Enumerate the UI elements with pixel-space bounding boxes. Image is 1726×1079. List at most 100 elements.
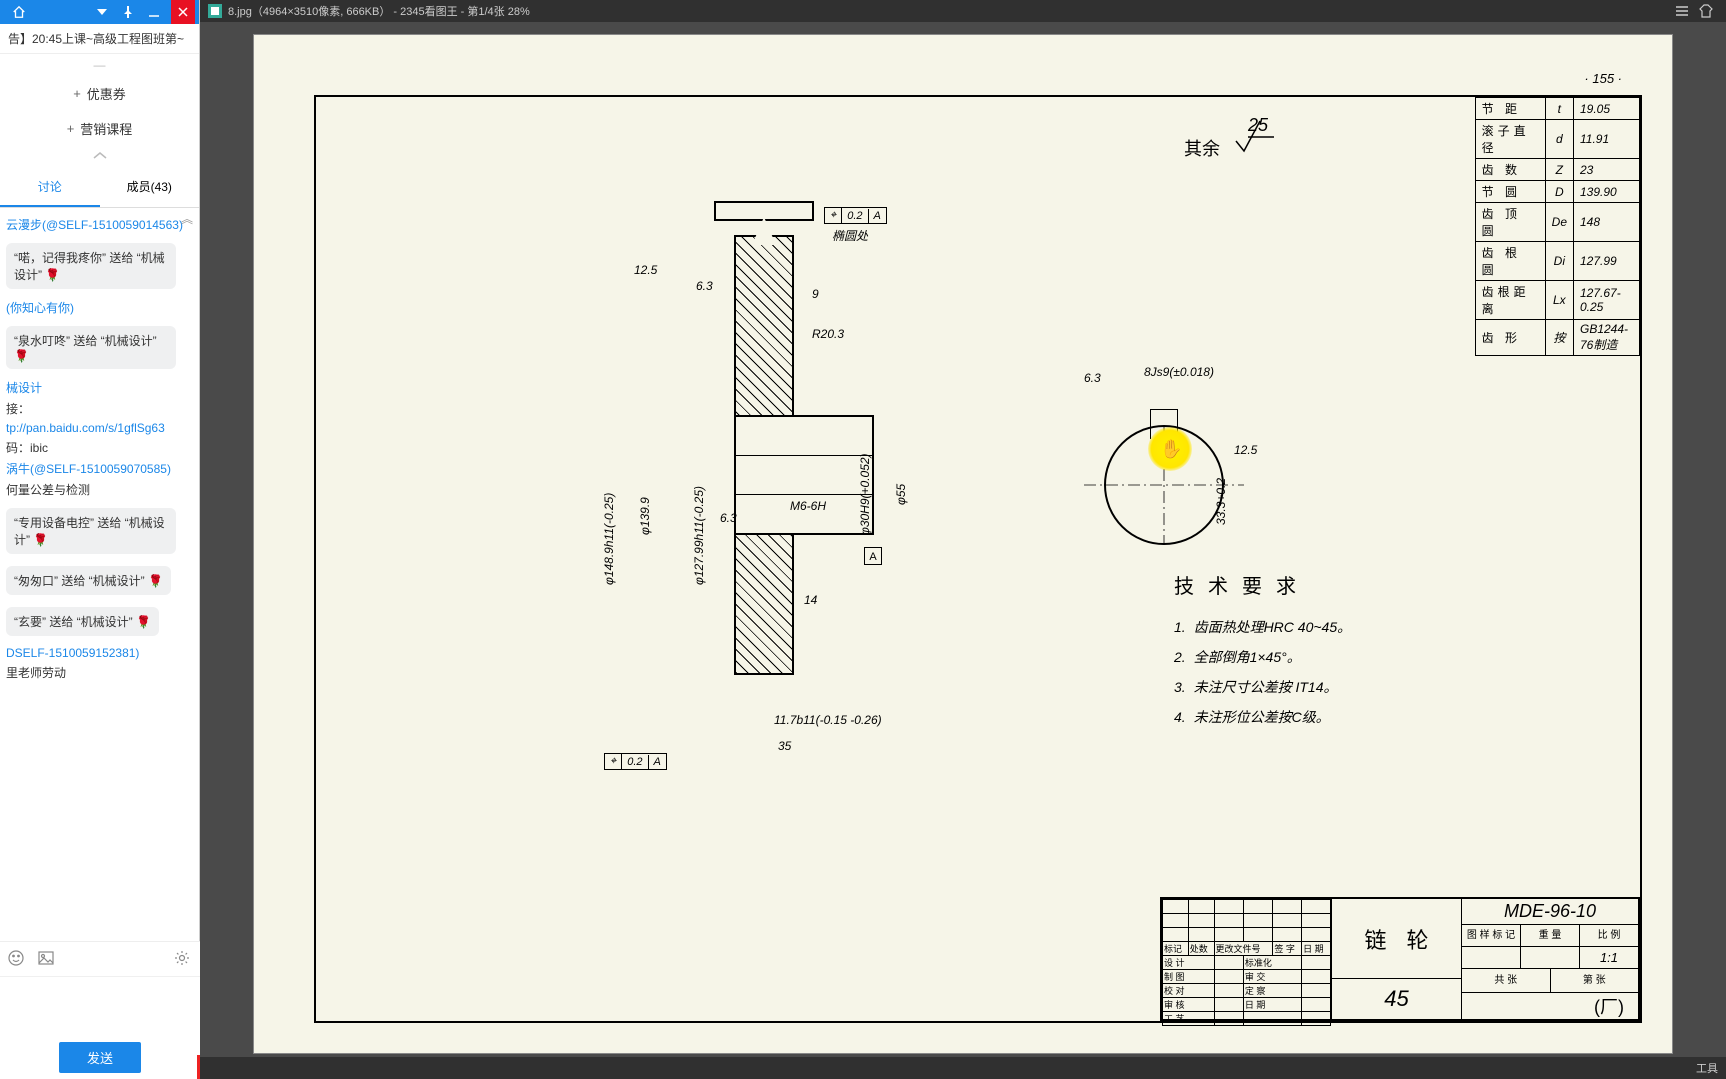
title-block: 标记处数更改文件号签 字日 期设 计标准化制 图审 交校 对定 察审 核日 期工… xyxy=(1160,897,1640,1021)
parameter-table: 节 距t19.05滚子直径d11.91齿 数Z23节 圆D139.90齿 顶 圆… xyxy=(1475,97,1640,356)
gdt-top-note: 椭圆处 xyxy=(832,227,868,244)
scale-hdr-1: 图 样 标 记 xyxy=(1462,925,1521,946)
menu-coupons-label: 优惠券 xyxy=(87,84,126,103)
ra-12-5: 12.5 xyxy=(634,263,657,277)
chat-footer: 发送 xyxy=(0,941,200,1079)
menu-marketing[interactable]: +营销课程 xyxy=(0,111,199,146)
image-viewer: 8.jpg（4964×3510像素, 666KB） - 2345看图王 - 第1… xyxy=(200,0,1726,1079)
surface-finish-25: 25 xyxy=(1234,119,1274,158)
tech-req-title: 技术要求 xyxy=(1174,570,1351,599)
user-link-1[interactable]: 云漫步(@SELF-1510059014563) xyxy=(6,216,193,233)
statusbar-text: 工具 xyxy=(1696,1060,1718,1076)
tab-discuss[interactable]: 讨论 xyxy=(0,168,100,207)
part-name: 链轮 xyxy=(1332,899,1461,979)
key-width: 8Js9(±0.018) xyxy=(1144,365,1214,379)
viewer-canvas[interactable]: · 155 · 节 距t19.05滚子直径d11.91齿 数Z23节 圆D139… xyxy=(200,22,1726,1057)
gdt-top-val: 0.2 xyxy=(842,209,868,223)
user-link-3[interactable]: 涡牛(@SELF-1510059070585) xyxy=(6,460,193,477)
param-row: 齿根距离Lx127.67-0.25 xyxy=(1475,281,1639,320)
datum-a: A xyxy=(864,547,882,565)
tech-req-item: 4. 未注形位公差按C级。 xyxy=(1174,707,1351,727)
minimize-icon[interactable] xyxy=(145,3,163,21)
param-row: 齿 数Z23 xyxy=(1475,159,1639,181)
chat-bubble-3: “专用设备电控” 送给 “机械设计” 🌹 xyxy=(6,508,176,554)
gdt-bot-ref: A xyxy=(649,755,666,769)
chat-pan-label: 接： xyxy=(6,400,193,417)
chat-input[interactable] xyxy=(0,976,200,1036)
dia-55: φ55 xyxy=(894,484,908,505)
material: 45 xyxy=(1332,979,1461,1019)
param-row: 齿 根 圆Di127.99 xyxy=(1475,242,1639,281)
chat-tabs: 讨论 成员(43) xyxy=(0,168,199,208)
chat-scroll[interactable]: ︽ 云漫步(@SELF-1510059014563) “喏，记得我疼你” 送给 … xyxy=(0,208,199,908)
skin-icon[interactable] xyxy=(1694,0,1718,22)
hand-cursor-icon: ✋ xyxy=(1160,439,1182,460)
chat-toolbar xyxy=(0,942,200,976)
tab-members[interactable]: 成员(43) xyxy=(100,168,200,207)
user-link-4[interactable]: DSELF-1510059152381) xyxy=(6,646,193,660)
chat-bubble-2: “泉水叮咚” 送给 “机械设计” 🌹 xyxy=(6,326,176,369)
menu-icon[interactable] xyxy=(1670,0,1694,22)
collapse-up-icon[interactable]: — xyxy=(0,54,199,76)
ra-6-3a: 6.3 xyxy=(696,279,713,293)
image-icon[interactable] xyxy=(38,950,56,968)
len-14: 14 xyxy=(804,593,817,607)
emoji-icon[interactable] xyxy=(8,950,26,968)
len-35: 35 xyxy=(778,739,791,753)
scale-hdr-3: 比 例 xyxy=(1580,925,1638,946)
dia-139-9: φ139.9 xyxy=(638,497,652,535)
tech-req-item: 2. 全部倒角1×45°。 xyxy=(1174,647,1351,667)
param-row: 齿 形按GB1244-76制造 xyxy=(1475,320,1639,356)
angle-9: 9 xyxy=(812,287,819,301)
scale-hdr-2: 重 量 xyxy=(1521,925,1580,946)
radius-r20: R20.3 xyxy=(812,327,844,341)
scale-header: 图 样 标 记 重 量 比 例 xyxy=(1462,925,1638,947)
bore xyxy=(734,455,874,495)
sheet-1: 共 张 xyxy=(1462,969,1551,992)
drawing-page: · 155 · 节 距t19.05滚子直径d11.91齿 数Z23节 圆D139… xyxy=(253,34,1673,1054)
chat-app: 告】20:45上课~高级工程图班第~ — +优惠券 +营销课程 讨论 成员(43… xyxy=(0,0,200,1079)
settings-icon[interactable] xyxy=(174,950,192,968)
dia-30: φ30H9(+0.052) xyxy=(858,453,872,535)
pan-link[interactable]: tp://pan.baidu.com/s/1gflSg63 xyxy=(6,421,193,435)
sheet-2: 第 张 xyxy=(1551,969,1639,992)
scale-val: 1:1 xyxy=(1580,947,1638,968)
thread-m6: M6-6H xyxy=(790,499,826,513)
chat-collapse-icon[interactable]: ︽ xyxy=(181,210,193,227)
qiyu-label: 其余 xyxy=(1184,135,1220,161)
pin-icon[interactable] xyxy=(119,3,137,21)
collapse-icon[interactable] xyxy=(0,146,199,168)
chat-bubble-5: “玄要” 送给 “机械设计” 🌹 xyxy=(6,607,159,636)
dia-148-9: φ148.9h11(-0.25) xyxy=(602,493,616,585)
chat-code: 码：ibic xyxy=(6,439,193,456)
param-row: 节 圆D139.90 xyxy=(1475,181,1639,203)
menu-coupons[interactable]: +优惠券 xyxy=(0,76,199,111)
keyway-detail: 6.3 8Js9(±0.018) 12.5 33.3+0.2 ✋ xyxy=(1084,365,1304,585)
home-icon[interactable] xyxy=(10,3,28,21)
class-notice: 告】20:45上课~高级工程图班第~ xyxy=(0,24,199,54)
scale-values: 1:1 xyxy=(1462,947,1638,969)
send-button[interactable]: 发送 xyxy=(59,1042,141,1073)
main-section-view: ⌖0.2A 椭圆处 ⌖0.2A 12.5 6.3 6.3 9 R20.3 M6-… xyxy=(434,205,994,765)
close-icon[interactable] xyxy=(171,0,195,24)
menu-marketing-label: 营销课程 xyxy=(80,119,132,138)
sheet-row: 共 张 第 张 xyxy=(1462,969,1638,993)
gdt-bot-val: 0.2 xyxy=(622,755,648,769)
chat-course: 何量公差与检测 xyxy=(6,481,193,498)
gdt-top: ⌖0.2A xyxy=(824,207,887,224)
factory: (厂) xyxy=(1462,993,1638,1019)
app-icon xyxy=(208,4,222,18)
tech-req-item: 3. 未注尺寸公差按 IT14。 xyxy=(1174,677,1351,697)
dropdown-icon[interactable] xyxy=(93,3,111,21)
chat-titlebar xyxy=(0,0,199,24)
user-link-2[interactable]: (你知心有你) xyxy=(6,299,193,316)
chat-bubble-4: “匆匆口” 送给 “机械设计” 🌹 xyxy=(6,566,171,595)
viewer-title: 8.jpg（4964×3510像素, 666KB） - 2345看图王 - 第1… xyxy=(228,3,530,19)
tech-requirements: 技术要求 1. 齿面热处理HRC 40~45。2. 全部倒角1×45°。3. 未… xyxy=(1174,570,1351,737)
param-row: 节 距t19.05 xyxy=(1475,98,1639,120)
surface-finish-25-val: 25 xyxy=(1248,115,1268,136)
viewer-statusbar: 工具 xyxy=(200,1057,1726,1079)
ra-6-3c: 6.3 xyxy=(1084,371,1101,385)
ra-6-3b: 6.3 xyxy=(720,511,737,525)
viewer-titlebar: 8.jpg（4964×3510像素, 666KB） - 2345看图王 - 第1… xyxy=(200,0,1726,22)
